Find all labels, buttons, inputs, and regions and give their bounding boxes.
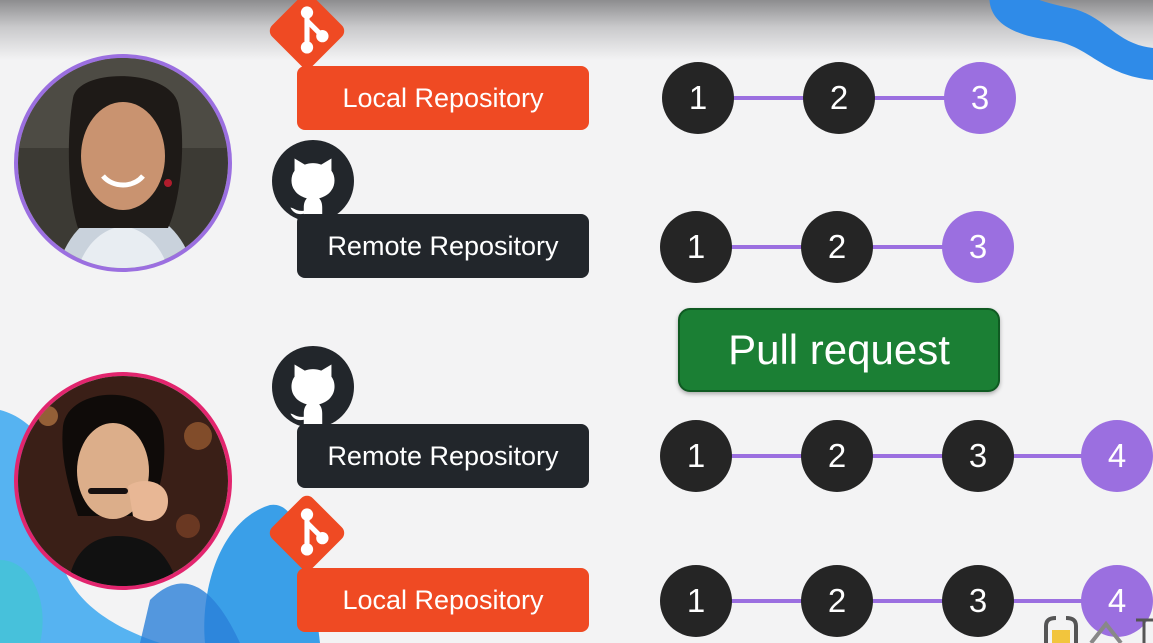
- github-octocat-icon: [272, 346, 354, 428]
- commit-node: 2: [801, 211, 873, 283]
- commit-node: 1: [660, 211, 732, 283]
- commit-node: 2: [801, 565, 873, 637]
- local-repository-label: Local Repository: [297, 66, 589, 130]
- commit-node: 1: [662, 62, 734, 134]
- commit-track-remote-1: 1 2 3: [660, 211, 1014, 283]
- git-logo-icon: [266, 0, 348, 72]
- git-logo-icon: [266, 492, 348, 574]
- commit-node: 2: [801, 420, 873, 492]
- remote-repository-label: Remote Repository: [297, 424, 589, 488]
- commit-node: 3: [942, 420, 1014, 492]
- commit-node: 1: [660, 565, 732, 637]
- commit-link-line: [696, 454, 1119, 458]
- commit-node: 2: [803, 62, 875, 134]
- commit-track-remote-2: 1 2 3 4: [660, 420, 1153, 492]
- commit-node-new: 3: [942, 211, 1014, 283]
- remote-repository-label: Remote Repository: [297, 214, 589, 278]
- avatar-user-1: [14, 54, 232, 272]
- corner-logo-icon: [1044, 616, 1153, 643]
- commit-node: 1: [660, 420, 732, 492]
- avatar-user-2: [14, 372, 232, 590]
- pull-request-button[interactable]: Pull request: [678, 308, 1000, 392]
- commit-track-local-1: 1 2 3: [662, 62, 1016, 134]
- commit-node-new: 3: [944, 62, 1016, 134]
- github-octocat-icon: [272, 140, 354, 222]
- commit-link-line: [696, 599, 1119, 603]
- local-repository-label: Local Repository: [297, 568, 589, 632]
- commit-node: 3: [942, 565, 1014, 637]
- commit-node-new: 4: [1081, 420, 1153, 492]
